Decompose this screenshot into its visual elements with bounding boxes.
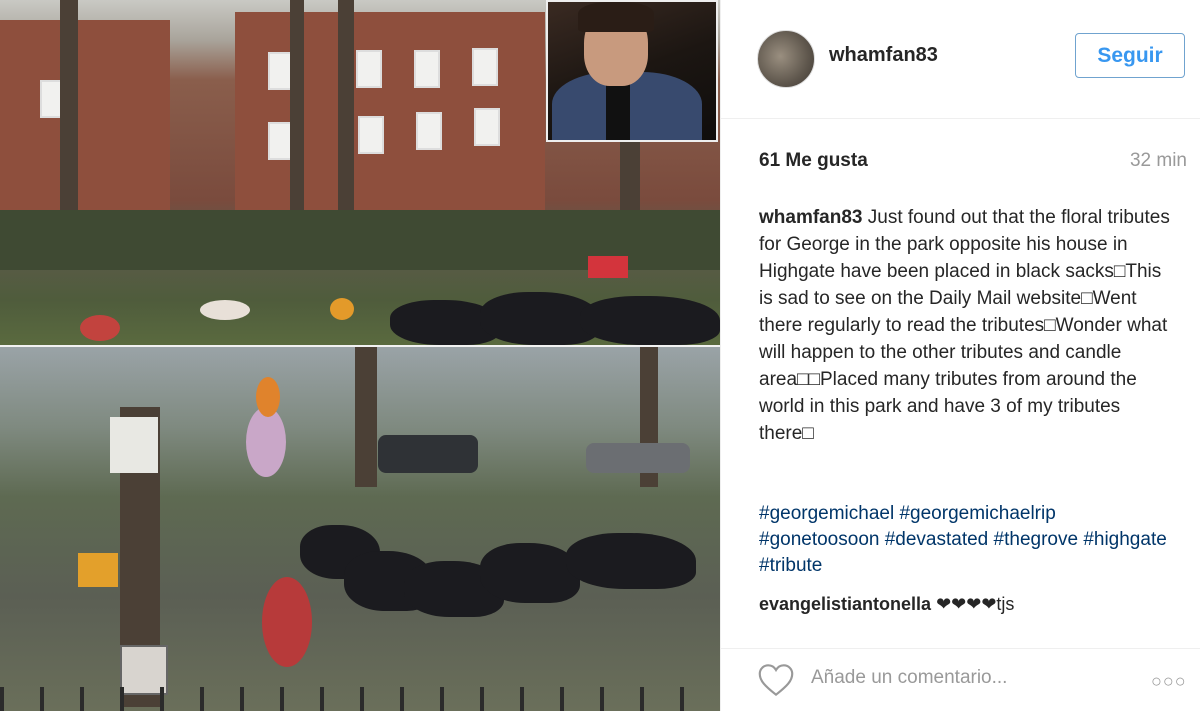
parked-car	[378, 435, 478, 473]
post-sidebar: whamfan83 Seguir 61 Me gusta 32 min wham…	[720, 0, 1200, 711]
post-photo[interactable]	[0, 0, 720, 711]
house-window	[472, 48, 498, 86]
post-caption: whamfan83 Just found out that the floral…	[759, 204, 1179, 447]
post-footer: Añade un comentario... ○○○	[721, 648, 1200, 712]
hashtags[interactable]: #georgemichael #georgemichaelrip #goneto…	[759, 501, 1179, 579]
user-avatar[interactable]	[757, 30, 815, 88]
house-window	[416, 112, 442, 150]
post-header: whamfan83 Seguir	[721, 0, 1200, 119]
black-sack	[566, 533, 696, 589]
follow-button[interactable]: Seguir	[1075, 33, 1185, 78]
tree-trunk	[290, 0, 304, 230]
house-window	[356, 50, 382, 88]
balloon	[256, 377, 280, 417]
flower-tribute	[80, 315, 120, 341]
likes-count[interactable]: 61 Me gusta	[759, 150, 868, 172]
comment-username[interactable]: evangelistiantonella	[759, 594, 931, 614]
shirt	[606, 78, 630, 140]
ellipsis-icon[interactable]: ○○○	[1151, 671, 1187, 692]
photo-bottom-pane	[0, 347, 720, 711]
comment: evangelistiantonella ❤❤❤❤tjs	[759, 594, 1014, 615]
union-flag	[588, 256, 628, 278]
house-window	[474, 108, 500, 146]
balloon	[246, 407, 286, 477]
house-window	[414, 50, 440, 88]
black-sack	[480, 543, 580, 603]
heart-balloon	[262, 577, 312, 667]
tree-trunk	[60, 0, 78, 220]
instagram-post: whamfan83 Seguir 61 Me gusta 32 min wham…	[0, 0, 1200, 711]
black-sack	[580, 296, 720, 345]
tree-trunk	[338, 0, 354, 230]
tree-trunk	[355, 347, 377, 487]
building-left	[0, 20, 170, 210]
flower-tribute	[200, 300, 250, 320]
flower-tribute	[330, 298, 354, 320]
post-time[interactable]: 32 min	[1130, 150, 1187, 172]
comment-text: ❤❤❤❤tjs	[936, 594, 1015, 614]
house-window	[358, 116, 384, 154]
hair	[578, 2, 654, 32]
caption-username[interactable]: whamfan83	[759, 207, 862, 228]
username-link[interactable]: whamfan83	[829, 44, 938, 67]
caption-text: Just found out that the floral tributes …	[759, 207, 1170, 444]
add-comment-input[interactable]: Añade un comentario...	[811, 667, 1007, 689]
tribute-card	[78, 553, 118, 587]
heart-outline-icon[interactable]	[757, 663, 795, 697]
tribute-card	[110, 417, 158, 473]
parked-car	[586, 443, 690, 473]
railings	[0, 687, 720, 711]
george-michael-inset-photo	[546, 0, 718, 142]
